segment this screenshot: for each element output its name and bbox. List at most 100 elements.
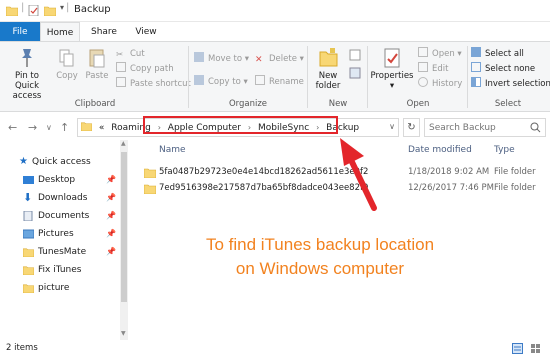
copy-to-button[interactable]: Copy to ▾ — [194, 75, 248, 89]
sidebar-item-desktop[interactable]: Desktop 📌 — [0, 171, 118, 189]
cut-button[interactable]: ✂ Cut — [116, 47, 145, 61]
pictures-icon — [23, 229, 34, 239]
download-arrow-icon: ⬇ — [23, 191, 33, 204]
pinned-icon[interactable]: 📌 — [106, 225, 116, 243]
new-folder-icon[interactable] — [44, 5, 56, 16]
history-icon — [418, 77, 428, 87]
paste-shortcut-button[interactable]: Paste shortcut — [116, 77, 191, 91]
paste-icon — [89, 49, 105, 68]
new-folder-large-icon — [319, 48, 338, 67]
tab-share[interactable]: Share — [84, 22, 124, 42]
select-none-icon — [471, 62, 481, 72]
sidebar-item-quick-access[interactable]: ★ Quick access — [0, 153, 118, 171]
open-button[interactable]: Open ▾ — [418, 47, 462, 61]
documents-icon — [23, 211, 33, 221]
invert-selection-button[interactable]: Invert selection — [471, 77, 550, 91]
up-arrow-icon[interactable]: ↑ — [60, 121, 69, 134]
folder-icon — [23, 248, 34, 257]
annotation-arrow — [340, 138, 377, 211]
folder-icon — [6, 6, 18, 16]
scissors-icon: ✂ — [116, 50, 124, 60]
paste-button[interactable]: Paste — [84, 47, 110, 81]
paste-shortcut-icon — [116, 77, 126, 87]
search-box[interactable] — [424, 118, 546, 137]
file-type: File folder — [494, 183, 536, 193]
annotation-caption: To find iTunes backup location on Window… — [205, 235, 435, 278]
copy-button[interactable]: Copy — [56, 47, 78, 81]
properties-check-icon[interactable] — [28, 5, 40, 16]
sidebar-item-pictures[interactable]: Pictures 📌 — [0, 225, 118, 243]
folder-icon — [144, 184, 156, 194]
select-none-button[interactable]: Select none — [471, 62, 535, 76]
group-select-label: Select — [494, 99, 522, 109]
quick-access-dropdown-icon[interactable]: ▾ — [60, 3, 64, 12]
group-organize-label: Organize — [228, 99, 268, 109]
desktop-icon — [23, 176, 34, 184]
properties-icon — [384, 48, 400, 68]
pin-to-quick-access-button[interactable]: Pin to Quick access — [2, 47, 52, 101]
edit-button[interactable]: Edit — [418, 62, 448, 76]
file-type: File folder — [494, 167, 536, 177]
column-name[interactable]: Name — [159, 145, 186, 155]
rename-button[interactable]: Rename — [255, 75, 304, 89]
delete-button[interactable]: ✕ Delete ▾ — [255, 52, 304, 66]
move-to-button[interactable]: Move to ▾ — [194, 52, 249, 66]
star-icon: ★ — [19, 156, 28, 167]
status-bar: 2 items — [0, 340, 550, 357]
tab-file[interactable]: File — [0, 22, 40, 42]
new-item-icon[interactable] — [348, 48, 362, 62]
group-new-label: New — [328, 99, 348, 109]
recent-locations-chevron-icon[interactable]: ∨ — [46, 123, 52, 132]
copy-to-icon — [194, 75, 204, 85]
folder-icon — [23, 266, 34, 275]
copy-path-icon — [116, 62, 126, 72]
sidebar-item-fix-itunes[interactable]: Fix iTunes — [0, 261, 118, 279]
navigation-pane: ★ Quick access Desktop 📌 ⬇ Downloads 📌 D… — [0, 140, 118, 340]
path-highlight-box — [143, 116, 338, 134]
scrollbar-thumb[interactable] — [121, 152, 127, 302]
scroll-down-icon[interactable]: ▼ — [121, 330, 126, 337]
pinned-icon[interactable]: 📌 — [106, 189, 116, 207]
pinned-icon[interactable]: 📌 — [106, 243, 116, 261]
large-icons-view-icon[interactable] — [530, 343, 541, 354]
sidebar-item-documents[interactable]: Documents 📌 — [0, 207, 118, 225]
sidebar-item-downloads[interactable]: ⬇ Downloads 📌 — [0, 189, 118, 207]
file-date: 12/26/2017 7:46 PM — [408, 183, 494, 193]
ribbon-tabs: File Home Share View — [0, 22, 550, 42]
forward-arrow-icon[interactable]: → — [28, 121, 37, 134]
sidebar-scrollbar[interactable]: ▲ ▼ — [120, 140, 128, 340]
scroll-up-icon[interactable]: ▲ — [121, 140, 126, 147]
pinned-icon[interactable]: 📌 — [106, 171, 116, 189]
properties-button[interactable]: Properties ▾ — [369, 47, 415, 91]
move-to-icon — [194, 52, 204, 62]
breadcrumb-overflow[interactable]: « — [97, 121, 107, 136]
delete-x-icon: ✕ — [255, 55, 263, 65]
easy-access-icon[interactable] — [348, 66, 362, 80]
rename-icon — [255, 75, 265, 85]
file-date: 1/18/2018 9:02 AM — [408, 167, 490, 177]
group-open-label: Open — [406, 99, 430, 109]
copy-path-button[interactable]: Copy path — [116, 62, 174, 76]
history-button[interactable]: History — [418, 77, 462, 91]
sidebar-item-tunesmate[interactable]: TunesMate 📌 — [0, 243, 118, 261]
folder-icon — [144, 168, 156, 178]
select-all-icon — [471, 47, 481, 57]
details-view-icon[interactable] — [512, 343, 523, 354]
select-all-button[interactable]: Select all — [471, 47, 524, 61]
new-folder-button[interactable]: New folder — [310, 47, 346, 91]
search-input[interactable] — [425, 119, 525, 136]
column-type[interactable]: Type — [494, 145, 515, 155]
item-count: 2 items — [6, 343, 38, 353]
window-title: Backup — [74, 4, 111, 15]
sidebar-item-picture[interactable]: picture — [0, 279, 118, 297]
search-icon — [530, 122, 541, 133]
pinned-icon[interactable]: 📌 — [106, 207, 116, 225]
folder-icon — [23, 284, 34, 293]
edit-icon — [418, 62, 428, 72]
open-icon — [418, 47, 428, 57]
back-arrow-icon[interactable]: ← — [8, 121, 17, 134]
column-date-modified[interactable]: Date modified — [408, 145, 472, 155]
invert-selection-icon — [471, 77, 481, 87]
tab-home[interactable]: Home — [40, 22, 80, 42]
tab-view[interactable]: View — [126, 22, 166, 42]
